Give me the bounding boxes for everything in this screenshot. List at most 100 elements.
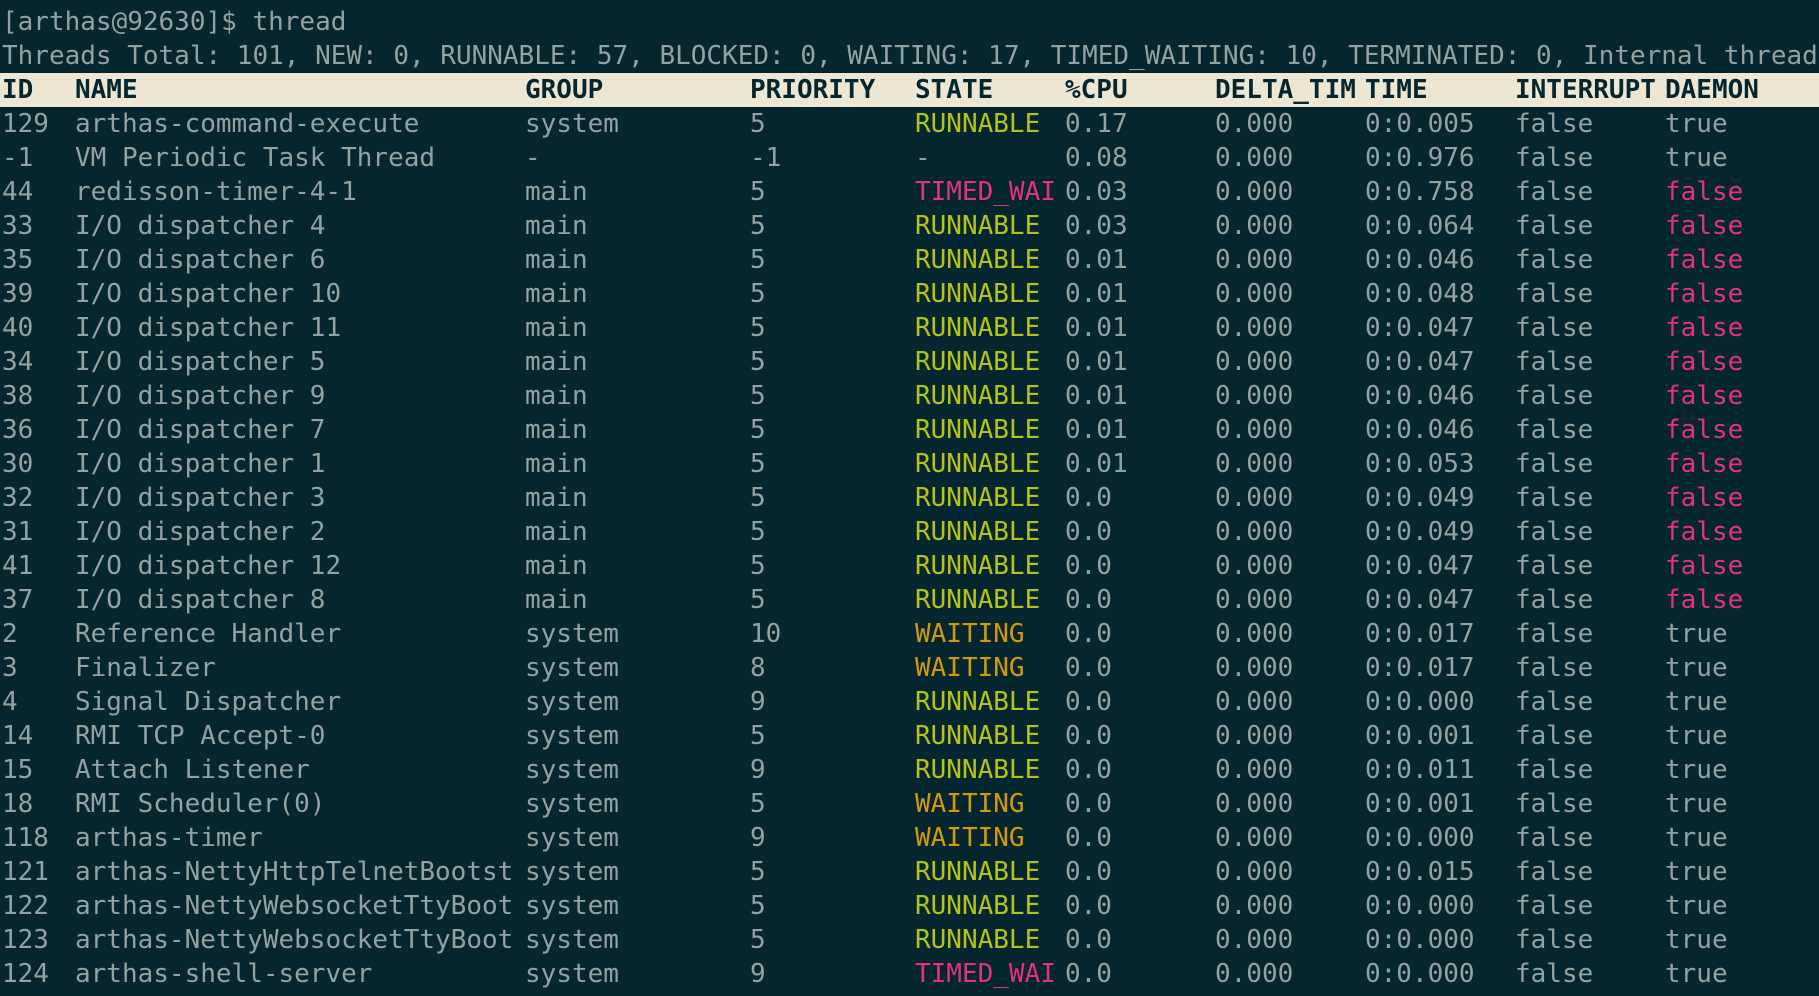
thread-interrupt: false (1515, 483, 1594, 513)
thread-id: 30 (2, 449, 34, 479)
thread-priority: 5 (750, 483, 766, 513)
thread-name: VM Periodic Task Thread (75, 143, 436, 173)
table-row: 118 arthas-timer system 9 WAITING 0.0 0.000 0:0… (0, 821, 1819, 855)
thread-group: main (525, 381, 588, 411)
thread-interrupt: false (1515, 551, 1594, 581)
thread-daemon: true (1665, 755, 1728, 785)
table-row: 36 I/O dispatcher 7 main 5 RUNNABLE 0.01 0.000… (0, 413, 1819, 447)
thread-priority: 5 (750, 313, 766, 343)
table-row: 121 arthas-NettyHttpTelnetBootstr system 5 R… (0, 855, 1819, 889)
thread-group: main (525, 177, 588, 207)
thread-cpu: 0.0 (1065, 891, 1112, 921)
thread-interrupt: false (1515, 891, 1594, 921)
thread-name: I/O dispatcher 6 (75, 245, 326, 275)
thread-interrupt: false (1515, 381, 1594, 411)
thread-delta-time: 0.000 (1215, 109, 1294, 139)
thread-group: system (525, 619, 619, 649)
thread-state: RUNNABLE (915, 925, 1041, 955)
thread-cpu: 0.0 (1065, 721, 1112, 751)
thread-time: 0:0.047 (1365, 551, 1475, 581)
thread-interrupt: false (1515, 653, 1594, 683)
thread-state: WAITING (915, 619, 1025, 649)
thread-id: 44 (2, 177, 34, 207)
thread-id: 32 (2, 483, 34, 513)
table-row: 2 Reference Handler system 10 WAITING 0.0 0.00… (0, 617, 1819, 651)
thread-daemon: false (1665, 585, 1744, 615)
thread-id: 129 (2, 109, 49, 139)
thread-cpu: 0.17 (1065, 109, 1128, 139)
table-row: 3 Finalizer system 8 WAITING 0.0 0.000 0:0.017 f… (0, 651, 1819, 685)
thread-interrupt: false (1515, 415, 1594, 445)
thread-daemon: true (1665, 823, 1728, 853)
table-row: 33 I/O dispatcher 4 main 5 RUNNABLE 0.03 0.000… (0, 209, 1819, 243)
thread-state: - (915, 143, 931, 173)
thread-state: TIMED_WAI (915, 959, 1056, 989)
thread-id: 2 (2, 619, 18, 649)
thread-daemon: true (1665, 925, 1728, 955)
thread-state: RUNNABLE (915, 347, 1041, 377)
thread-id: 31 (2, 517, 34, 547)
thread-group: system (525, 925, 619, 955)
thread-group: main (525, 279, 588, 309)
thread-interrupt: false (1515, 755, 1594, 785)
thread-cpu: 0.0 (1065, 551, 1112, 581)
thread-daemon: false (1665, 211, 1744, 241)
thread-state: RUNNABLE (915, 551, 1041, 581)
thread-group: main (525, 517, 588, 547)
thread-delta-time: 0.000 (1215, 313, 1294, 343)
thread-id: 36 (2, 415, 34, 445)
thread-cpu: 0.01 (1065, 381, 1128, 411)
header-group: GROUP (525, 75, 604, 105)
thread-cpu: 0.01 (1065, 449, 1128, 479)
thread-name: I/O dispatcher 3 (75, 483, 326, 513)
thread-delta-time: 0.000 (1215, 857, 1294, 887)
thread-group: main (525, 347, 588, 377)
thread-priority: 5 (750, 925, 766, 955)
thread-priority: 5 (750, 449, 766, 479)
table-row: 32 I/O dispatcher 3 main 5 RUNNABLE 0.0 0.000 0… (0, 481, 1819, 515)
thread-interrupt: false (1515, 857, 1594, 887)
thread-priority: 5 (750, 347, 766, 377)
thread-daemon: true (1665, 109, 1728, 139)
thread-priority: 5 (750, 585, 766, 615)
thread-delta-time: 0.000 (1215, 585, 1294, 615)
thread-priority: 5 (750, 381, 766, 411)
thread-group: main (525, 551, 588, 581)
thread-daemon: false (1665, 517, 1744, 547)
table-row: 34 I/O dispatcher 5 main 5 RUNNABLE 0.01 0.000… (0, 345, 1819, 379)
thread-cpu: 0.08 (1065, 143, 1128, 173)
thread-cpu: 0.03 (1065, 177, 1128, 207)
thread-daemon: false (1665, 449, 1744, 479)
thread-name: arthas-timer (75, 823, 263, 853)
thread-priority: 5 (750, 211, 766, 241)
thread-cpu: 0.01 (1065, 415, 1128, 445)
thread-interrupt: false (1515, 245, 1594, 275)
terminal-window[interactable]: [arthas@92630]$ thread Threads Total: 10… (0, 0, 1819, 996)
thread-time: 0:0.046 (1365, 381, 1475, 411)
thread-name: arthas-shell-server (75, 959, 373, 989)
thread-name: arthas-NettyWebsocketTtyBoots (75, 891, 515, 921)
thread-time: 0:0.000 (1365, 891, 1475, 921)
thread-priority: 5 (750, 517, 766, 547)
thread-interrupt: false (1515, 313, 1594, 343)
thread-delta-time: 0.000 (1215, 687, 1294, 717)
thread-daemon: false (1665, 551, 1744, 581)
thread-delta-time: 0.000 (1215, 619, 1294, 649)
thread-interrupt: false (1515, 789, 1594, 819)
thread-time: 0:0.000 (1365, 823, 1475, 853)
header-daemon: DAEMON (1665, 75, 1759, 105)
thread-id: 4 (2, 687, 18, 717)
table-row: 123 arthas-NettyWebsocketTtyBoots system 5 R… (0, 923, 1819, 957)
thread-interrupt: false (1515, 143, 1594, 173)
thread-group: - (525, 143, 541, 173)
thread-delta-time: 0.000 (1215, 721, 1294, 751)
thread-state: RUNNABLE (915, 755, 1041, 785)
thread-cpu: 0.03 (1065, 211, 1128, 241)
thread-cpu: 0.01 (1065, 279, 1128, 309)
thread-daemon: false (1665, 279, 1744, 309)
thread-delta-time: 0.000 (1215, 517, 1294, 547)
thread-daemon: false (1665, 483, 1744, 513)
thread-interrupt: false (1515, 449, 1594, 479)
thread-priority: -1 (750, 143, 782, 173)
thread-id: 40 (2, 313, 34, 343)
